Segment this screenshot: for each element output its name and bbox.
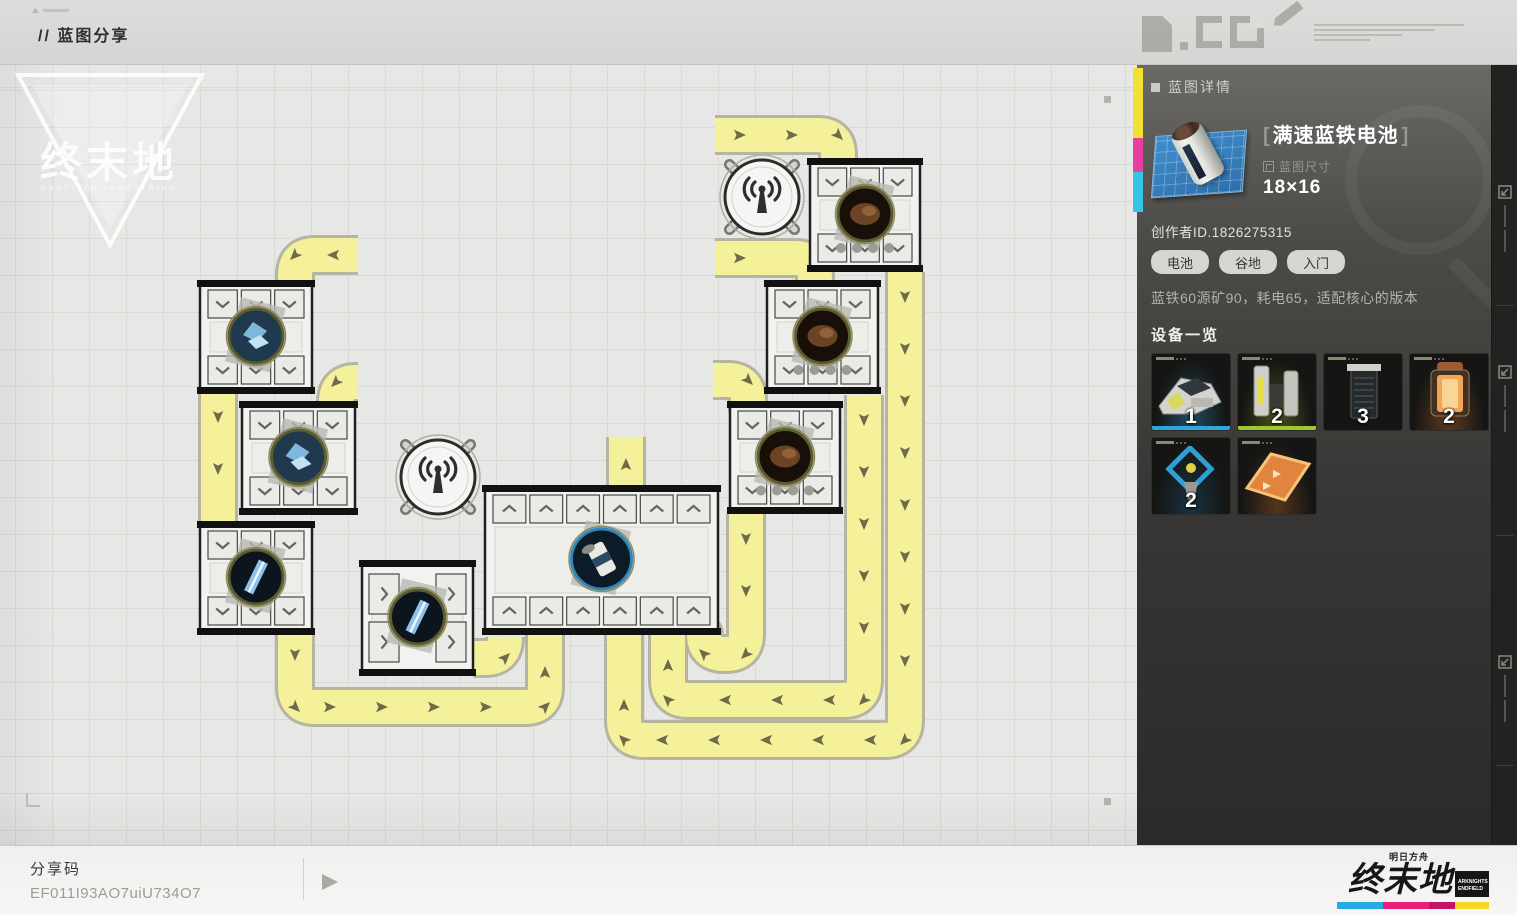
tile-micro-label [1242, 357, 1272, 360]
tag-list: 电池谷地入门 [1151, 250, 1481, 274]
share-code-value: EF011I93AO7uiU734O7 [30, 885, 201, 902]
page-header: // 蓝图分享 [0, 0, 1517, 65]
power-tower [396, 435, 480, 519]
size-label: 蓝图尺寸 [1279, 158, 1331, 175]
bracket-glyph2-icon [1230, 16, 1264, 48]
blueprint-description: 蓝铁60源矿90，耗电65，适配核心的版本 [1151, 288, 1481, 308]
bracket-glyph-icon [1196, 16, 1222, 48]
factory-building-blue-ore [239, 401, 358, 515]
cmyk-color-bar [1337, 902, 1489, 909]
export-icon[interactable] [1492, 655, 1517, 725]
device-tile-0[interactable]: 1 [1151, 353, 1231, 431]
pencil-icon [1271, 1, 1304, 30]
blueprint-share-screen: // 蓝图分享 终末地 ENDFIELD INDUSTRIES [0, 0, 1517, 915]
factory-building-battery [482, 485, 721, 635]
device-count: 2 [1410, 405, 1488, 429]
footer-divider [303, 858, 304, 900]
device-tile-4[interactable]: 2 [1151, 437, 1231, 515]
bracket-right: ] [1402, 125, 1409, 148]
factory-layout [0, 65, 1137, 845]
header-deco-marks [32, 8, 69, 13]
tag-pill-1[interactable]: 谷地 [1219, 250, 1277, 274]
detail-panel: 蓝图详情 [ 满速蓝铁电池 ] 蓝图尺寸 1 [1137, 65, 1517, 845]
play-button[interactable] [322, 874, 338, 890]
tag-pill-0[interactable]: 电池 [1151, 250, 1209, 274]
conveyor-plate-icon [1239, 446, 1317, 504]
device-tile-2[interactable]: 3 [1323, 353, 1403, 431]
blueprint-canvas[interactable]: 终末地 ENDFIELD INDUSTRIES [0, 65, 1137, 845]
tile-micro-label [1242, 441, 1272, 444]
section-bullet [1151, 83, 1160, 92]
bracket-left: [ [1263, 125, 1270, 148]
factory-building-blue-crystal [359, 560, 476, 676]
document-icon [1142, 16, 1172, 52]
panel-section-title: 蓝图详情 [1168, 77, 1232, 97]
tag-pill-2[interactable]: 入门 [1287, 250, 1345, 274]
canvas-corner-bracket [26, 793, 40, 807]
factory-building-blue-ore [197, 280, 315, 394]
factory-building-blue-crystal [197, 521, 315, 635]
brand-sub-tag: ARKNIGHTSENDFIELD [1455, 871, 1489, 897]
export-icon[interactable] [1492, 365, 1517, 435]
factory-building-brown-ore [764, 280, 881, 394]
device-tile-1[interactable]: 2 [1237, 353, 1317, 431]
canvas-marker [1104, 798, 1111, 805]
creator-id: 创作者ID.1826275315 [1151, 221, 1481, 241]
blueprint-name: 满速蓝铁电池 [1273, 119, 1399, 148]
device-tile-3[interactable]: 2 [1409, 353, 1489, 431]
device-grid: 12322 [1151, 353, 1491, 515]
size-icon [1263, 161, 1274, 172]
panel-side-rail [1491, 65, 1517, 845]
tile-micro-label [1156, 441, 1186, 444]
blueprint-size: 18×16 [1263, 177, 1408, 199]
share-code-label: 分享码 [30, 858, 201, 879]
device-count: 3 [1324, 405, 1402, 429]
device-count: 2 [1152, 489, 1230, 513]
brand-main-text: 终末地 [1348, 863, 1453, 897]
footer-bar: 分享码 EF011I93AO7uiU734O7 明日方舟 终末地 ARKNIGH… [0, 845, 1517, 915]
export-icon[interactable] [1492, 185, 1517, 255]
device-tile-5[interactable] [1237, 437, 1317, 515]
factory-building-brown-ore [807, 158, 923, 272]
tile-micro-label [1328, 357, 1358, 360]
devices-title: 设备一览 [1151, 324, 1481, 345]
micro-text-lines [1314, 24, 1464, 44]
header-brand-deco [1142, 16, 1464, 52]
tile-micro-label [1156, 357, 1186, 360]
factory-building-brown-ore [727, 401, 843, 514]
canvas-marker [1104, 96, 1111, 103]
brand-logo: 明日方舟 终末地 ARKNIGHTSENDFIELD [1337, 850, 1489, 909]
page-title: // 蓝图分享 [38, 22, 129, 46]
blueprint-thumbnail[interactable] [1151, 119, 1251, 199]
dot-icon [1180, 42, 1188, 50]
power-tower [720, 155, 804, 239]
tile-micro-label [1414, 357, 1444, 360]
